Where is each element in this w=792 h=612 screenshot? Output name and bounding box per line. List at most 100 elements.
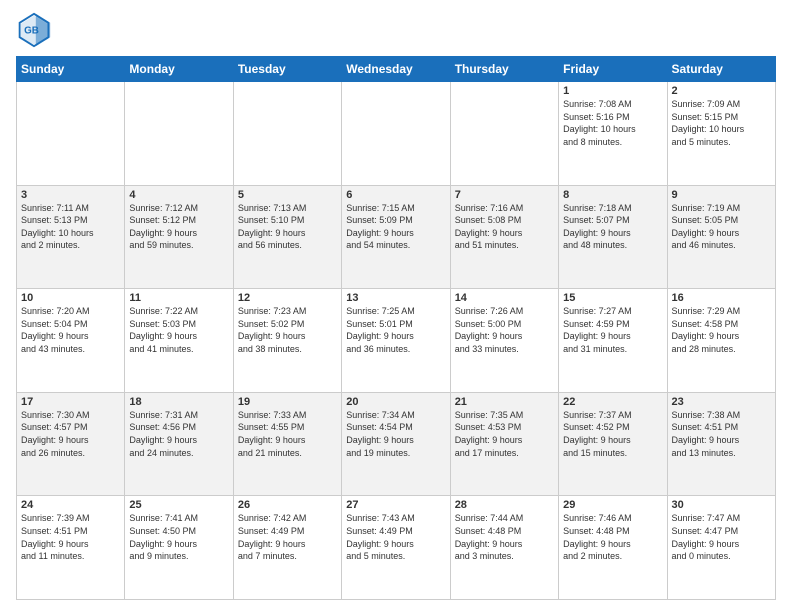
day-number: 1 [563,85,662,97]
logo-icon: GB [16,12,52,48]
day-number: 24 [21,499,120,511]
day-info: Sunrise: 7:46 AMSunset: 4:48 PMDaylight:… [563,512,662,562]
calendar-cell: 14Sunrise: 7:26 AMSunset: 5:00 PMDayligh… [450,289,558,393]
day-info: Sunrise: 7:44 AMSunset: 4:48 PMDaylight:… [455,512,554,562]
weekday-header-wednesday: Wednesday [342,57,450,82]
day-number: 11 [129,292,228,304]
day-number: 19 [238,396,337,408]
calendar-cell: 27Sunrise: 7:43 AMSunset: 4:49 PMDayligh… [342,496,450,600]
calendar-cell: 11Sunrise: 7:22 AMSunset: 5:03 PMDayligh… [125,289,233,393]
day-info: Sunrise: 7:34 AMSunset: 4:54 PMDaylight:… [346,409,445,459]
day-info: Sunrise: 7:41 AMSunset: 4:50 PMDaylight:… [129,512,228,562]
calendar-cell: 28Sunrise: 7:44 AMSunset: 4:48 PMDayligh… [450,496,558,600]
calendar-cell: 15Sunrise: 7:27 AMSunset: 4:59 PMDayligh… [559,289,667,393]
day-info: Sunrise: 7:27 AMSunset: 4:59 PMDaylight:… [563,305,662,355]
page: GB SundayMondayTuesdayWednesdayThursdayF… [0,0,792,612]
day-number: 5 [238,189,337,201]
calendar-cell: 12Sunrise: 7:23 AMSunset: 5:02 PMDayligh… [233,289,341,393]
day-number: 8 [563,189,662,201]
day-number: 21 [455,396,554,408]
day-number: 3 [21,189,120,201]
day-number: 2 [672,85,771,97]
calendar-week-0: 1Sunrise: 7:08 AMSunset: 5:16 PMDaylight… [17,82,776,186]
day-number: 30 [672,499,771,511]
calendar-cell: 19Sunrise: 7:33 AMSunset: 4:55 PMDayligh… [233,392,341,496]
calendar-cell [125,82,233,186]
calendar-cell: 25Sunrise: 7:41 AMSunset: 4:50 PMDayligh… [125,496,233,600]
day-info: Sunrise: 7:20 AMSunset: 5:04 PMDaylight:… [21,305,120,355]
day-info: Sunrise: 7:13 AMSunset: 5:10 PMDaylight:… [238,202,337,252]
day-info: Sunrise: 7:29 AMSunset: 4:58 PMDaylight:… [672,305,771,355]
calendar-body: 1Sunrise: 7:08 AMSunset: 5:16 PMDaylight… [17,82,776,600]
calendar-cell: 20Sunrise: 7:34 AMSunset: 4:54 PMDayligh… [342,392,450,496]
calendar-week-4: 24Sunrise: 7:39 AMSunset: 4:51 PMDayligh… [17,496,776,600]
weekday-header-friday: Friday [559,57,667,82]
logo: GB [16,12,56,48]
day-info: Sunrise: 7:15 AMSunset: 5:09 PMDaylight:… [346,202,445,252]
weekday-header-saturday: Saturday [667,57,775,82]
day-number: 16 [672,292,771,304]
calendar-cell: 23Sunrise: 7:38 AMSunset: 4:51 PMDayligh… [667,392,775,496]
calendar-cell: 29Sunrise: 7:46 AMSunset: 4:48 PMDayligh… [559,496,667,600]
svg-text:GB: GB [24,26,39,37]
calendar-table: SundayMondayTuesdayWednesdayThursdayFrid… [16,56,776,600]
day-number: 6 [346,189,445,201]
weekday-header-thursday: Thursday [450,57,558,82]
day-number: 22 [563,396,662,408]
day-number: 20 [346,396,445,408]
calendar-cell: 24Sunrise: 7:39 AMSunset: 4:51 PMDayligh… [17,496,125,600]
day-info: Sunrise: 7:23 AMSunset: 5:02 PMDaylight:… [238,305,337,355]
calendar-week-1: 3Sunrise: 7:11 AMSunset: 5:13 PMDaylight… [17,185,776,289]
calendar-header: SundayMondayTuesdayWednesdayThursdayFrid… [17,57,776,82]
calendar-cell [342,82,450,186]
weekday-row: SundayMondayTuesdayWednesdayThursdayFrid… [17,57,776,82]
day-number: 29 [563,499,662,511]
day-info: Sunrise: 7:25 AMSunset: 5:01 PMDaylight:… [346,305,445,355]
day-number: 18 [129,396,228,408]
day-info: Sunrise: 7:16 AMSunset: 5:08 PMDaylight:… [455,202,554,252]
weekday-header-monday: Monday [125,57,233,82]
calendar-cell: 9Sunrise: 7:19 AMSunset: 5:05 PMDaylight… [667,185,775,289]
calendar-cell [233,82,341,186]
day-info: Sunrise: 7:37 AMSunset: 4:52 PMDaylight:… [563,409,662,459]
calendar-cell: 2Sunrise: 7:09 AMSunset: 5:15 PMDaylight… [667,82,775,186]
day-info: Sunrise: 7:31 AMSunset: 4:56 PMDaylight:… [129,409,228,459]
header: GB [16,12,776,48]
day-info: Sunrise: 7:12 AMSunset: 5:12 PMDaylight:… [129,202,228,252]
calendar-cell: 21Sunrise: 7:35 AMSunset: 4:53 PMDayligh… [450,392,558,496]
day-number: 14 [455,292,554,304]
day-number: 12 [238,292,337,304]
calendar-week-2: 10Sunrise: 7:20 AMSunset: 5:04 PMDayligh… [17,289,776,393]
day-number: 28 [455,499,554,511]
calendar-cell: 22Sunrise: 7:37 AMSunset: 4:52 PMDayligh… [559,392,667,496]
day-number: 10 [21,292,120,304]
calendar-cell: 4Sunrise: 7:12 AMSunset: 5:12 PMDaylight… [125,185,233,289]
calendar-cell: 7Sunrise: 7:16 AMSunset: 5:08 PMDaylight… [450,185,558,289]
calendar-cell: 10Sunrise: 7:20 AMSunset: 5:04 PMDayligh… [17,289,125,393]
calendar-cell: 5Sunrise: 7:13 AMSunset: 5:10 PMDaylight… [233,185,341,289]
calendar-cell: 18Sunrise: 7:31 AMSunset: 4:56 PMDayligh… [125,392,233,496]
day-info: Sunrise: 7:19 AMSunset: 5:05 PMDaylight:… [672,202,771,252]
day-number: 13 [346,292,445,304]
day-info: Sunrise: 7:22 AMSunset: 5:03 PMDaylight:… [129,305,228,355]
day-info: Sunrise: 7:47 AMSunset: 4:47 PMDaylight:… [672,512,771,562]
calendar-cell: 26Sunrise: 7:42 AMSunset: 4:49 PMDayligh… [233,496,341,600]
day-number: 15 [563,292,662,304]
day-info: Sunrise: 7:42 AMSunset: 4:49 PMDaylight:… [238,512,337,562]
calendar-cell: 17Sunrise: 7:30 AMSunset: 4:57 PMDayligh… [17,392,125,496]
weekday-header-sunday: Sunday [17,57,125,82]
day-info: Sunrise: 7:38 AMSunset: 4:51 PMDaylight:… [672,409,771,459]
calendar-cell [450,82,558,186]
day-info: Sunrise: 7:08 AMSunset: 5:16 PMDaylight:… [563,98,662,148]
calendar-cell: 13Sunrise: 7:25 AMSunset: 5:01 PMDayligh… [342,289,450,393]
calendar-cell: 6Sunrise: 7:15 AMSunset: 5:09 PMDaylight… [342,185,450,289]
calendar-cell: 1Sunrise: 7:08 AMSunset: 5:16 PMDaylight… [559,82,667,186]
day-info: Sunrise: 7:18 AMSunset: 5:07 PMDaylight:… [563,202,662,252]
day-info: Sunrise: 7:39 AMSunset: 4:51 PMDaylight:… [21,512,120,562]
day-info: Sunrise: 7:35 AMSunset: 4:53 PMDaylight:… [455,409,554,459]
day-info: Sunrise: 7:26 AMSunset: 5:00 PMDaylight:… [455,305,554,355]
calendar-week-3: 17Sunrise: 7:30 AMSunset: 4:57 PMDayligh… [17,392,776,496]
day-number: 17 [21,396,120,408]
day-info: Sunrise: 7:30 AMSunset: 4:57 PMDaylight:… [21,409,120,459]
calendar-cell [17,82,125,186]
